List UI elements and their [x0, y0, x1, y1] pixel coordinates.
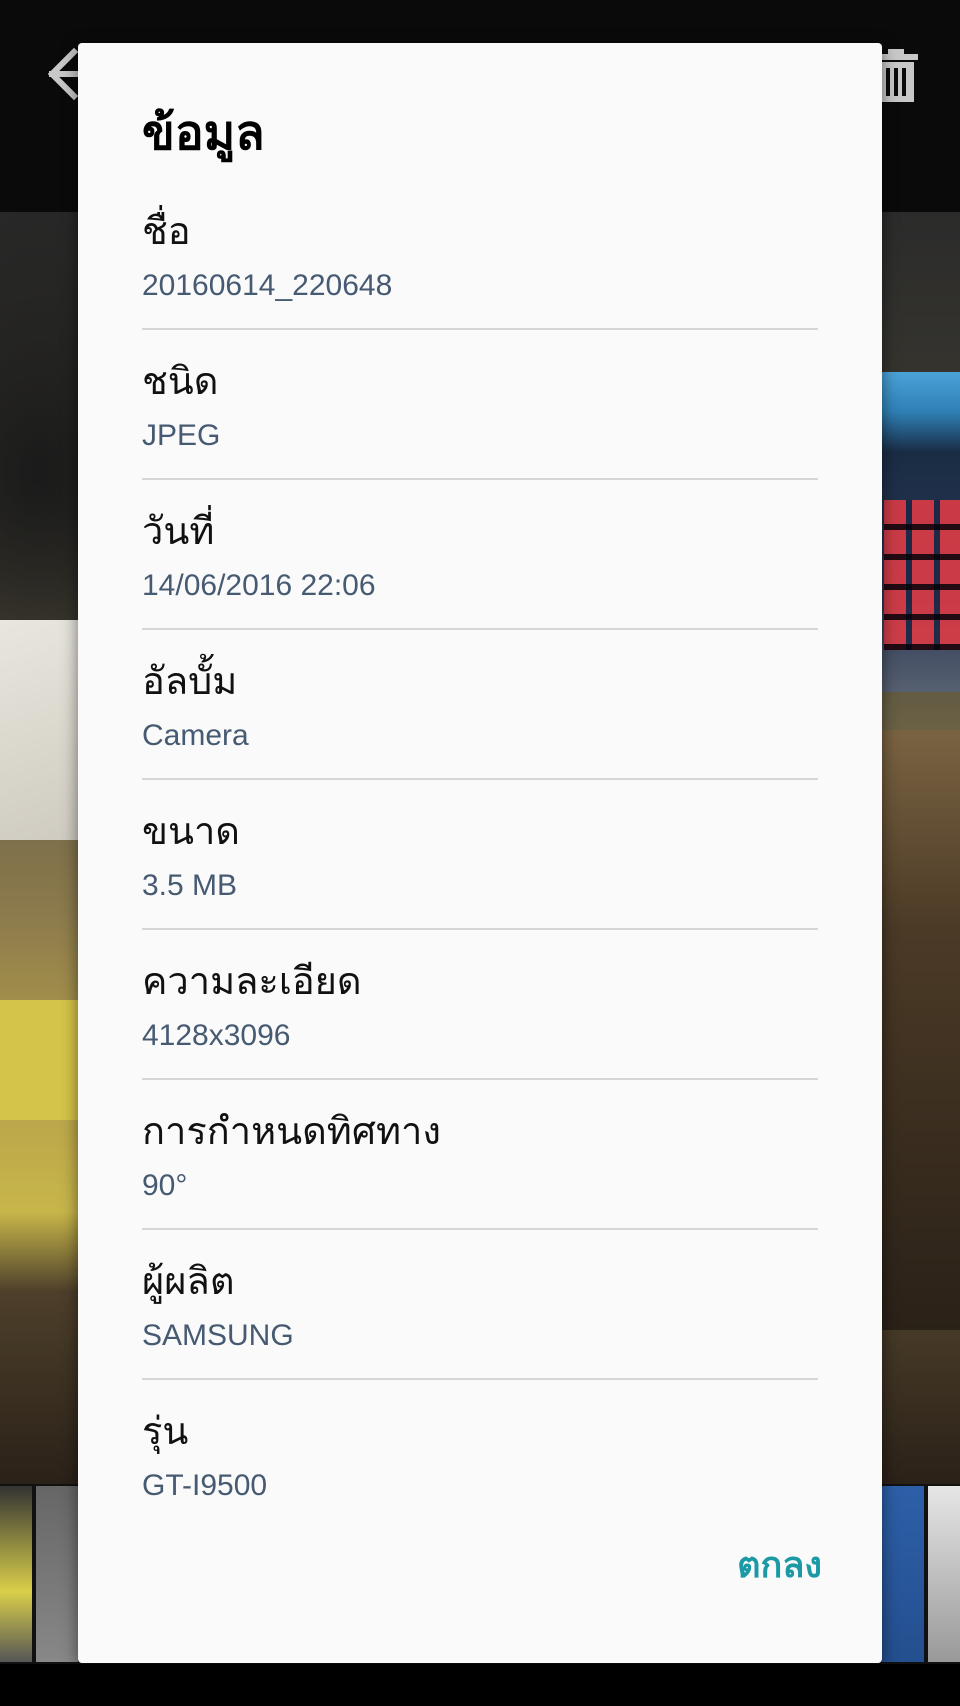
details-dialog: ข้อมูล ชื่อ 20160614_220648 ชนิด JPEG วั… — [78, 43, 882, 1663]
thumbnail[interactable] — [882, 1486, 924, 1662]
detail-value: 90° — [142, 1169, 188, 1202]
detail-row-model: รุ่น GT-I9500 — [142, 1408, 818, 1558]
divider — [142, 1378, 818, 1380]
thumbnail[interactable] — [36, 1486, 78, 1662]
detail-label: ผู้ผลิต — [142, 1259, 235, 1303]
detail-value: GT-I9500 — [142, 1469, 268, 1502]
photo-paper-region — [0, 620, 78, 840]
divider — [142, 928, 818, 930]
divider — [142, 478, 818, 480]
photo-box-region — [880, 730, 960, 1330]
photo-keyboard-region — [884, 500, 960, 650]
detail-label: อัลบั้ม — [142, 659, 238, 703]
detail-value: 3.5 MB — [142, 869, 238, 902]
details-list: ชื่อ 20160614_220648 ชนิด JPEG วันที่ 14… — [142, 208, 818, 1558]
detail-value: SAMSUNG — [142, 1319, 294, 1352]
thumbnail[interactable] — [928, 1486, 960, 1662]
detail-row-manufacturer: ผู้ผลิต SAMSUNG — [142, 1258, 818, 1408]
detail-label: วันที่ — [142, 509, 215, 553]
detail-row-size: ขนาด 3.5 MB — [142, 808, 818, 958]
divider — [142, 778, 818, 780]
thumbnail[interactable] — [0, 1486, 32, 1662]
divider — [142, 628, 818, 630]
detail-label: ชื่อ — [142, 209, 191, 253]
detail-row-resolution: ความละเอียด 4128x3096 — [142, 958, 818, 1108]
detail-row-orientation: การกำหนดทิศทาง 90° — [142, 1108, 818, 1258]
detail-row-type: ชนิด JPEG — [142, 358, 818, 508]
photo-yellow-region — [0, 1000, 78, 1120]
detail-value: JPEG — [142, 419, 221, 452]
detail-label: ขนาด — [142, 809, 240, 853]
detail-row-date: วันที่ 14/06/2016 22:06 — [142, 508, 818, 658]
screen: ข้อมูล ชื่อ 20160614_220648 ชนิด JPEG วั… — [0, 0, 960, 1706]
detail-row-album: อัลบั้ม Camera — [142, 658, 818, 808]
detail-label: รุ่น — [142, 1409, 189, 1453]
detail-value: 4128x3096 — [142, 1019, 291, 1052]
detail-label: การกำหนดทิศทาง — [142, 1109, 441, 1153]
detail-value: 14/06/2016 22:06 — [142, 569, 376, 602]
detail-label: ชนิด — [142, 359, 219, 403]
divider — [142, 328, 818, 330]
detail-row-name: ชื่อ 20160614_220648 — [142, 208, 818, 358]
detail-value: 20160614_220648 — [142, 269, 393, 302]
dialog-title: ข้อมูล — [142, 105, 265, 161]
divider — [142, 1078, 818, 1080]
ok-button[interactable]: ตกลง — [737, 1543, 822, 1586]
detail-label: ความละเอียด — [142, 959, 362, 1003]
detail-value: Camera — [142, 719, 249, 752]
divider — [142, 1228, 818, 1230]
